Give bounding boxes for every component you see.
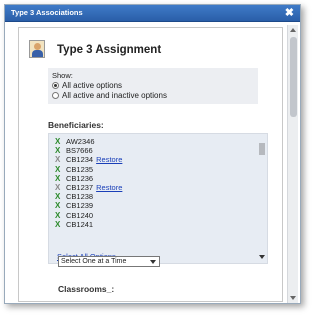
assignment-header: Type 3 Assignment <box>25 36 265 66</box>
restore-link[interactable]: Restore <box>96 155 122 164</box>
list-item: X CB1237 Restore <box>55 183 255 192</box>
list-item: X CB1240 <box>55 211 255 220</box>
remove-icon[interactable]: X <box>55 201 63 210</box>
dialog-title: Type 3 Associations <box>11 8 83 17</box>
list-scrollbar[interactable] <box>257 137 266 259</box>
remove-icon[interactable]: X <box>55 192 63 201</box>
beneficiary-code: CB1236 <box>66 173 94 183</box>
remove-icon[interactable]: X <box>55 220 63 229</box>
classrooms-title: Classrooms_: <box>58 284 115 294</box>
remove-icon[interactable]: X <box>55 137 63 146</box>
remove-icon[interactable]: X <box>55 165 63 174</box>
radio-button[interactable] <box>52 92 59 99</box>
show-filter-panel: Show: All active options All active and … <box>48 68 258 104</box>
list-item: X CB1235 <box>55 165 255 174</box>
chevron-down-icon[interactable] <box>290 296 296 300</box>
dialog-scroll-thumb[interactable] <box>290 37 297 117</box>
list-item: X CB1236 <box>55 174 255 183</box>
chevron-down-icon[interactable] <box>259 255 265 259</box>
remove-icon[interactable]: X <box>55 146 63 155</box>
list-item: X CB1239 <box>55 201 255 210</box>
dialog-content: Type 3 Assignment Show: All active optio… <box>18 27 283 302</box>
beneficiaries-list-box: X AW2346 X BS7666 X CB1234 Restore X CB1235 X CB12… <box>48 133 268 264</box>
list-item: X BS7666 <box>55 146 255 155</box>
chevron-down-icon <box>150 260 156 264</box>
radio-label: All active options <box>62 81 123 90</box>
close-icon[interactable]: ✖ <box>285 6 294 20</box>
selection-mode-value: Select One at a Time <box>61 258 127 265</box>
remove-icon[interactable]: X <box>55 174 63 183</box>
beneficiaries-list: X AW2346 X BS7666 X CB1234 Restore X CB1235 X CB12… <box>55 137 255 229</box>
chevron-up-icon[interactable] <box>290 28 296 32</box>
beneficiary-code: CB1234 <box>66 155 94 165</box>
radio-label: All active and inactive options <box>62 91 167 100</box>
beneficiary-code: CB1235 <box>66 164 94 174</box>
beneficiary-code: CB1237 <box>66 182 94 192</box>
beneficiary-code: CB1241 <box>66 219 94 229</box>
remove-icon[interactable]: X <box>55 155 63 164</box>
beneficiary-code: CB1240 <box>66 210 94 220</box>
remove-icon[interactable]: X <box>55 211 63 220</box>
list-scroll-thumb[interactable] <box>259 143 265 155</box>
beneficiary-code: CB1238 <box>66 192 94 202</box>
show-label: Show: <box>52 71 73 80</box>
beneficiary-code: AW2346 <box>66 137 95 146</box>
list-item: X CB1241 <box>55 220 255 229</box>
selection-mode-select[interactable]: Select One at a Time <box>58 256 160 267</box>
list-item: X AW2346 <box>55 137 255 146</box>
radio-all-active-inactive[interactable]: All active and inactive options <box>52 91 254 100</box>
list-item: X CB1234 Restore <box>55 155 255 164</box>
radio-all-active[interactable]: All active options <box>52 81 254 90</box>
list-item: X CB1238 <box>55 192 255 201</box>
beneficiary-code: CB1239 <box>66 201 94 211</box>
beneficiary-code: BS7666 <box>66 146 93 156</box>
remove-icon[interactable]: X <box>55 183 63 192</box>
user-avatar-icon <box>29 40 45 58</box>
associations-dialog: Type 3 Associations ✖ Type 3 Assignment … <box>4 4 301 304</box>
restore-link[interactable]: Restore <box>96 183 122 192</box>
dialog-scrollbar[interactable] <box>287 25 298 303</box>
page-title: Type 3 Assignment <box>57 44 162 56</box>
beneficiaries-title: Beneficiaries: <box>48 120 104 130</box>
radio-button[interactable] <box>52 82 59 89</box>
dialog-titlebar[interactable]: Type 3 Associations ✖ <box>5 5 300 22</box>
